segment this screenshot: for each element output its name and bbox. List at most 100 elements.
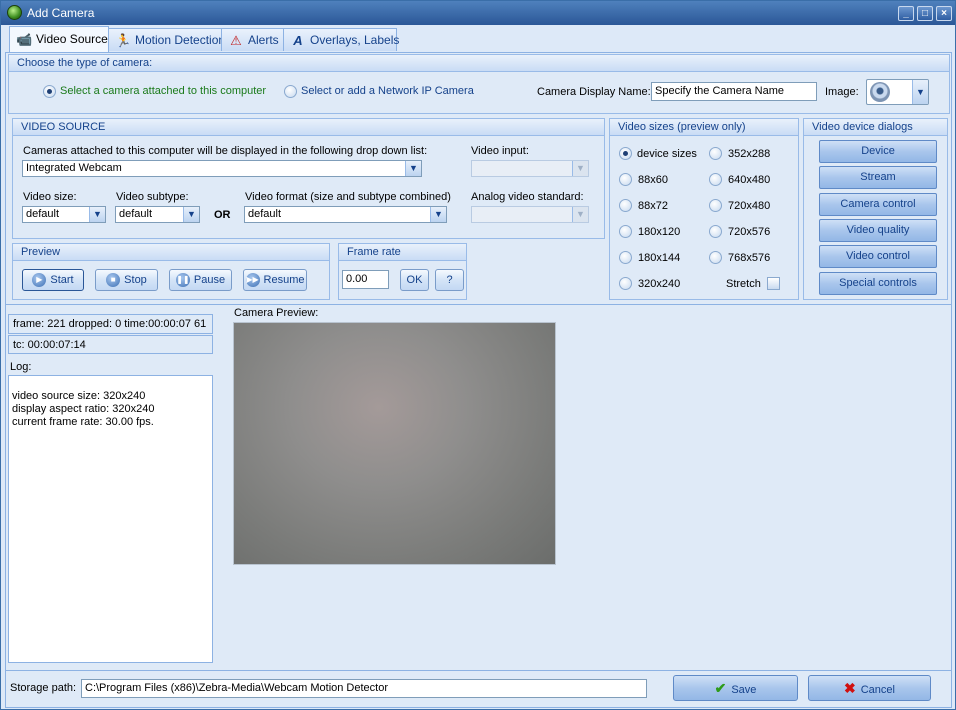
camera-image-select[interactable]: ▼ [866, 79, 929, 105]
device-dialogs-group: Video device dialogs Device Stream Camer… [803, 118, 948, 300]
stop-button[interactable]: ■ Stop [95, 269, 158, 291]
minimize-button[interactable]: _ [898, 6, 914, 21]
video-format-select[interactable]: default ▼ [244, 206, 447, 223]
start-button-label: Start [50, 274, 74, 286]
video-subtype-value: default [119, 208, 153, 220]
frame-rate-group: Frame rate 0.00 OK ? [338, 243, 467, 300]
video-quality-button[interactable]: Video quality [819, 219, 937, 242]
size-label-180x120[interactable]: 180x120 [638, 226, 680, 238]
size-label-320x240[interactable]: 320x240 [638, 278, 680, 290]
size-radio-180x120[interactable] [619, 225, 632, 238]
camera-display-name-input[interactable]: Specify the Camera Name [651, 82, 817, 101]
video-input-select[interactable]: ▼ [471, 160, 589, 177]
size-radio-88x60[interactable] [619, 173, 632, 186]
analog-standard-select[interactable]: ▼ [471, 206, 589, 223]
stretch-checkbox[interactable] [767, 277, 780, 290]
video-sizes-group: Video sizes (preview only) device sizes … [609, 118, 799, 300]
size-label-88x72[interactable]: 88x72 [638, 200, 668, 212]
frame-rate-help-button[interactable]: ? [435, 269, 464, 291]
chevron-down-icon[interactable]: ▼ [572, 207, 588, 222]
size-label-180x144[interactable]: 180x144 [638, 252, 680, 264]
resume-button[interactable]: ▶▶ Resume [243, 269, 307, 291]
alert-icon: ⚠ [230, 32, 242, 48]
log-textarea[interactable]: video source size: 320x240 display aspec… [8, 375, 213, 663]
local-camera-radio[interactable] [43, 85, 56, 98]
chevron-down-icon[interactable]: ▼ [89, 207, 105, 222]
stream-dialog-button[interactable]: Stream [819, 166, 937, 189]
size-label-720x576[interactable]: 720x576 [728, 226, 770, 238]
or-label: OR [214, 209, 231, 221]
stop-button-label: Stop [124, 274, 147, 286]
video-subtype-select[interactable]: default ▼ [115, 206, 200, 223]
storage-path-input[interactable]: C:\Program Files (x86)\Zebra-Media\Webca… [81, 679, 647, 698]
device-dialog-button[interactable]: Device [819, 140, 937, 163]
size-radio-720x576[interactable] [709, 225, 722, 238]
analog-standard-label: Analog video standard: [471, 191, 584, 203]
frame-rate-ok-button[interactable]: OK [400, 269, 429, 291]
save-button[interactable]: ✔ Save [673, 675, 798, 701]
save-button-label: Save [731, 684, 757, 696]
log-label: Log: [10, 361, 32, 373]
checkmark-icon: ✔ [714, 680, 727, 696]
tab-alerts[interactable]: ⚠ Alerts [221, 28, 284, 51]
camera-preview-image [233, 322, 556, 565]
cancel-button[interactable]: ✖ Cancel [808, 675, 931, 701]
chevron-down-icon[interactable]: ▼ [430, 207, 446, 222]
size-radio-352x288[interactable] [709, 147, 722, 160]
pause-button[interactable]: ❚❚ Pause [169, 269, 232, 291]
cameras-list-label: Cameras attached to this computer will b… [23, 145, 428, 157]
start-button[interactable]: ▶ Start [22, 269, 84, 291]
special-controls-button[interactable]: Special controls [819, 272, 937, 295]
size-label-640x480[interactable]: 640x480 [728, 174, 770, 186]
log-line: display aspect ratio: 320x240 [12, 403, 155, 415]
camera-type-group: Choose the type of camera: Select a came… [8, 54, 950, 114]
tab-overlays-labels[interactable]: A Overlays, Labels [283, 28, 400, 51]
camera-select-value: Integrated Webcam [26, 162, 122, 174]
size-label-88x60[interactable]: 88x60 [638, 174, 668, 186]
video-size-select[interactable]: default ▼ [22, 206, 106, 223]
close-window-button[interactable]: × [936, 6, 952, 21]
size-radio-88x72[interactable] [619, 199, 632, 212]
title-bar[interactable]: Add Camera _ □ × [1, 1, 955, 25]
camera-select[interactable]: Integrated Webcam ▼ [22, 160, 422, 177]
size-radio-640x480[interactable] [709, 173, 722, 186]
storage-path-label: Storage path: [10, 682, 77, 694]
tab-motion-detection[interactable]: 🏃 Motion Detection [108, 28, 225, 51]
pause-button-label: Pause [193, 274, 226, 286]
size-label-352x288[interactable]: 352x288 [728, 148, 770, 160]
display-name-label: Camera Display Name: [537, 86, 651, 98]
size-radio-720x480[interactable] [709, 199, 722, 212]
camera-preview-label: Camera Preview: [234, 307, 319, 319]
tab-alerts-label: Alerts [248, 33, 279, 47]
log-line: current frame rate: 30.00 fps. [12, 416, 154, 428]
camera-type-title: Choose the type of camera: [9, 55, 949, 72]
size-radio-320x240[interactable] [619, 277, 632, 290]
size-radio-768x576[interactable] [709, 251, 722, 264]
size-label-768x576[interactable]: 768x576 [728, 252, 770, 264]
size-label-720x480[interactable]: 720x480 [728, 200, 770, 212]
tab-video-source[interactable]: 📹 Video Source [9, 26, 109, 52]
tab-overlays-labels-label: Overlays, Labels [310, 33, 400, 47]
window-title: Add Camera [27, 6, 95, 20]
divider [6, 304, 951, 305]
video-format-value: default [248, 208, 282, 220]
close-icon: ✖ [844, 680, 856, 696]
chevron-down-icon[interactable]: ▼ [912, 80, 928, 104]
video-source-group: VIDEO SOURCE Cameras attached to this co… [12, 118, 605, 239]
video-control-button[interactable]: Video control [819, 245, 937, 268]
stretch-label[interactable]: Stretch [726, 278, 761, 290]
preview-group: Preview ▶ Start ■ Stop ❚❚ Pause ▶▶ Resume [12, 243, 330, 300]
size-radio-device[interactable] [619, 147, 632, 160]
chevron-down-icon[interactable]: ▼ [183, 207, 199, 222]
chevron-down-icon[interactable]: ▼ [405, 161, 421, 176]
pause-icon: ❚❚ [175, 273, 190, 288]
size-radio-180x144[interactable] [619, 251, 632, 264]
ip-camera-label[interactable]: Select or add a Network IP Camera [301, 85, 474, 97]
size-label-device[interactable]: device sizes [637, 148, 697, 160]
camera-control-button[interactable]: Camera control [819, 193, 937, 216]
maximize-button[interactable]: □ [917, 6, 933, 21]
local-camera-label[interactable]: Select a camera attached to this compute… [60, 85, 266, 97]
chevron-down-icon[interactable]: ▼ [572, 161, 588, 176]
ip-camera-radio[interactable] [284, 85, 297, 98]
frame-rate-input[interactable]: 0.00 [342, 270, 389, 289]
